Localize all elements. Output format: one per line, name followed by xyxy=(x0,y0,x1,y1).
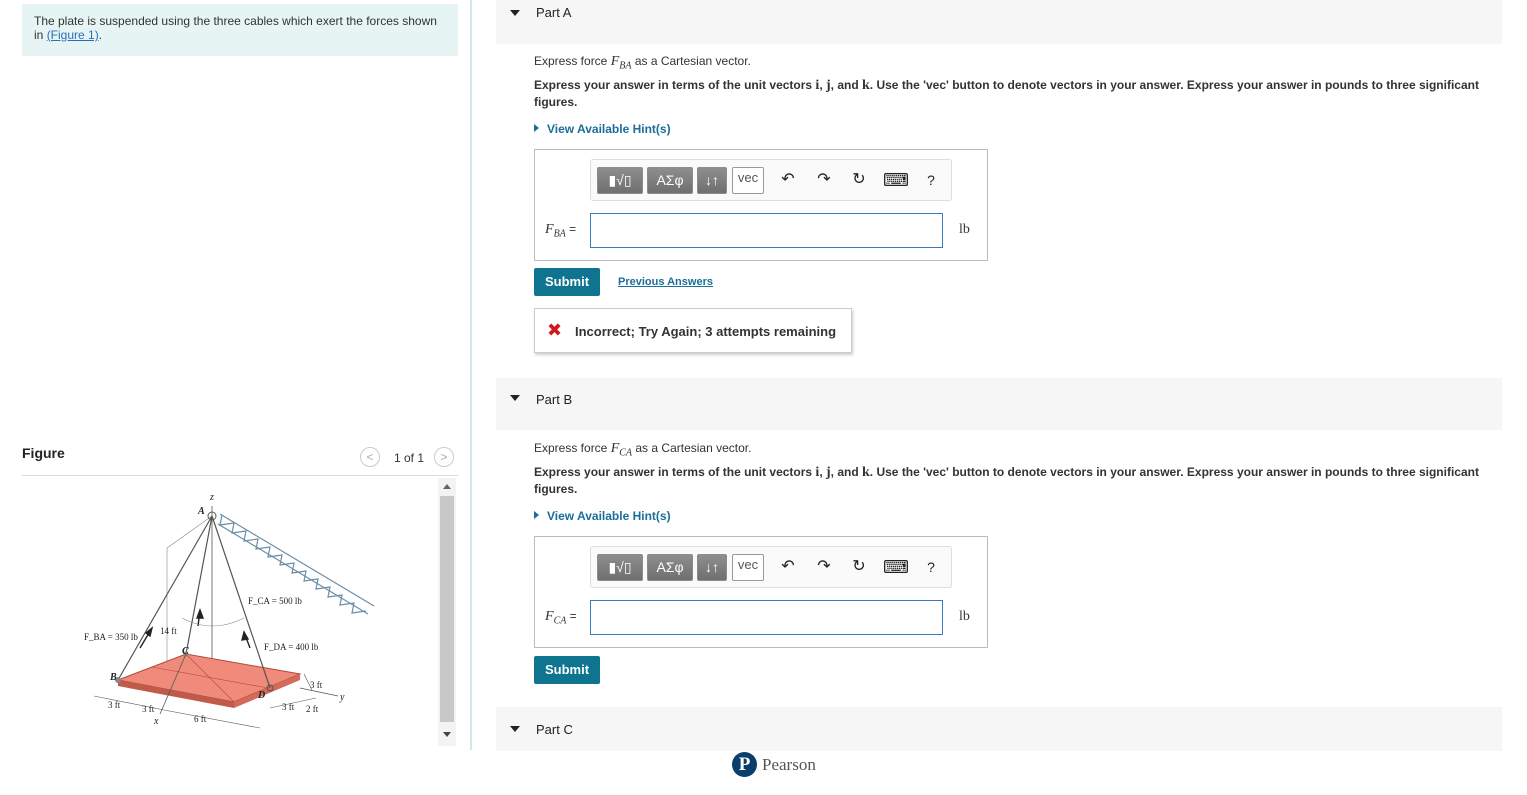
caret-down-icon xyxy=(510,10,520,16)
part-b-submit-button[interactable]: Submit xyxy=(534,656,600,684)
part-a-submit-button[interactable]: Submit xyxy=(534,268,600,296)
cable-ca xyxy=(185,515,213,655)
dim-3ft-b: 3 ft xyxy=(142,704,155,714)
part-b-hint-toggle[interactable]: View Available Hint(s) xyxy=(534,509,671,523)
next-figure-button[interactable]: > xyxy=(434,447,454,467)
keyboard-icon[interactable]: ⌨ xyxy=(883,170,909,190)
plate-cable-diagram: z y x A B C D F_CA = 500 lb F_BA = 350 l… xyxy=(84,492,375,729)
fca-label: F_CA = 500 lb xyxy=(248,596,302,606)
part-b-answer-label: FCA = xyxy=(545,609,577,627)
scroll-up-icon[interactable] xyxy=(443,484,451,489)
part-a-title: Part A xyxy=(536,5,572,20)
undo-icon[interactable]: ↶ xyxy=(778,170,798,190)
part-a-header[interactable]: Part A xyxy=(496,0,1502,44)
redo-icon[interactable]: ↷ xyxy=(814,557,834,577)
part-a-answer-input[interactable] xyxy=(590,213,943,248)
dim-3ft-d: 3 ft xyxy=(282,702,295,712)
part-a-unit: lb xyxy=(959,222,970,237)
pearson-brand: Pearson xyxy=(762,755,816,774)
vec-button[interactable]: vec xyxy=(732,554,764,581)
z-label: z xyxy=(209,492,214,503)
figure-title: Figure xyxy=(22,445,65,461)
part-c-title: Part C xyxy=(536,722,573,737)
caret-right-icon xyxy=(534,124,539,132)
arrows-button[interactable]: ↓↑ xyxy=(697,167,727,194)
greek-button[interactable]: ΑΣφ xyxy=(647,554,693,581)
caret-down-icon xyxy=(510,395,520,401)
figure-image: z y x A B C D F_CA = 500 lb F_BA = 350 l… xyxy=(22,478,436,746)
previous-answers-link[interactable]: Previous Answers xyxy=(618,276,713,288)
part-b-answer-box: ▮√▯ ΑΣφ ↓↑ vec ↶ ↷ ↻ ⌨ ? FCA = lb xyxy=(534,536,988,648)
problem-period: . xyxy=(98,28,103,42)
prev-figure-button[interactable]: < xyxy=(360,447,380,467)
part-a-question: Express force FBA as a Cartesian vector. xyxy=(534,54,751,72)
part-c-header[interactable]: Part C xyxy=(496,707,1502,751)
figure-link[interactable]: (Figure 1) xyxy=(47,28,99,42)
part-a-instructions: Express your answer in terms of the unit… xyxy=(534,78,1479,109)
caret-right-icon xyxy=(534,511,539,519)
undo-icon[interactable]: ↶ xyxy=(778,557,798,577)
feedback-message: ✖ Incorrect; Try Again; 3 attempts remai… xyxy=(534,308,852,353)
chevron-left-icon: < xyxy=(366,450,374,464)
part-b-instructions: Express your answer in terms of the unit… xyxy=(534,465,1479,496)
keyboard-icon[interactable]: ⌨ xyxy=(883,557,909,577)
dim-3ft-c: 3 ft xyxy=(310,680,323,690)
dim-3ft-a: 3 ft xyxy=(108,700,121,710)
templates-button[interactable]: ▮√▯ xyxy=(597,167,643,194)
point-d-label: D xyxy=(257,690,265,701)
figure-header: Figure < 1 of 1 > xyxy=(22,442,458,476)
scroll-down-icon[interactable] xyxy=(443,732,451,737)
figure-pager: 1 of 1 xyxy=(394,451,425,465)
part-b-title: Part B xyxy=(536,392,573,407)
x-label: x xyxy=(153,716,159,727)
math-toolbar: ▮√▯ ΑΣφ ↓↑ vec ↶ ↷ ↻ ⌨ ? xyxy=(590,546,952,588)
help-icon[interactable]: ? xyxy=(921,170,941,190)
part-b-question: Express force FCA as a Cartesian vector. xyxy=(534,441,752,459)
feedback-text: Incorrect; Try Again; 3 attempts remaini… xyxy=(575,324,837,339)
greek-button[interactable]: ΑΣφ xyxy=(647,167,693,194)
templates-button[interactable]: ▮√▯ xyxy=(597,554,643,581)
caret-down-icon xyxy=(510,726,520,732)
part-a-answer-label: FBA = xyxy=(545,222,577,240)
reset-icon[interactable]: ↻ xyxy=(849,170,869,190)
reset-icon[interactable]: ↻ xyxy=(849,557,869,577)
plate-shape xyxy=(116,653,302,703)
problem-statement: The plate is suspended using the three c… xyxy=(22,4,458,56)
dim-2ft: 2 ft xyxy=(306,704,319,714)
help-icon[interactable]: ? xyxy=(921,557,941,577)
part-a-hint-toggle[interactable]: View Available Hint(s) xyxy=(534,122,671,136)
figure-scrollbar[interactable] xyxy=(438,478,456,746)
fda-label: F_DA = 400 lb xyxy=(264,642,319,652)
arrows-button[interactable]: ↓↑ xyxy=(697,554,727,581)
math-toolbar: ▮√▯ ΑΣφ ↓↑ vec ↶ ↷ ↻ ⌨ ? xyxy=(590,159,952,201)
dim-6ft: 6 ft xyxy=(194,714,207,724)
part-b-unit: lb xyxy=(959,609,970,624)
vec-button[interactable]: vec xyxy=(732,167,764,194)
cable-ba xyxy=(117,515,213,681)
pearson-p-icon: P xyxy=(732,752,757,777)
chevron-right-icon: > xyxy=(440,450,448,464)
redo-icon[interactable]: ↷ xyxy=(814,170,834,190)
scroll-thumb[interactable] xyxy=(440,496,454,722)
fba-label: F_BA = 350 lb xyxy=(84,632,138,642)
part-b-header[interactable]: Part B xyxy=(496,378,1502,430)
height-label: 14 ft xyxy=(160,626,177,636)
point-a-label: A xyxy=(197,506,205,517)
error-icon: ✖ xyxy=(547,320,563,340)
part-b-answer-input[interactable] xyxy=(590,600,943,635)
left-panel: The plate is suspended using the three c… xyxy=(0,0,470,795)
point-c-label: C xyxy=(182,646,189,657)
right-panel: Part A Express force FBA as a Cartesian … xyxy=(472,0,1527,795)
y-label: y xyxy=(339,692,345,703)
point-b-label: B xyxy=(109,672,117,683)
part-a-answer-box: ▮√▯ ΑΣφ ↓↑ vec ↶ ↷ ↻ ⌨ ? FBA = lb xyxy=(534,149,988,261)
